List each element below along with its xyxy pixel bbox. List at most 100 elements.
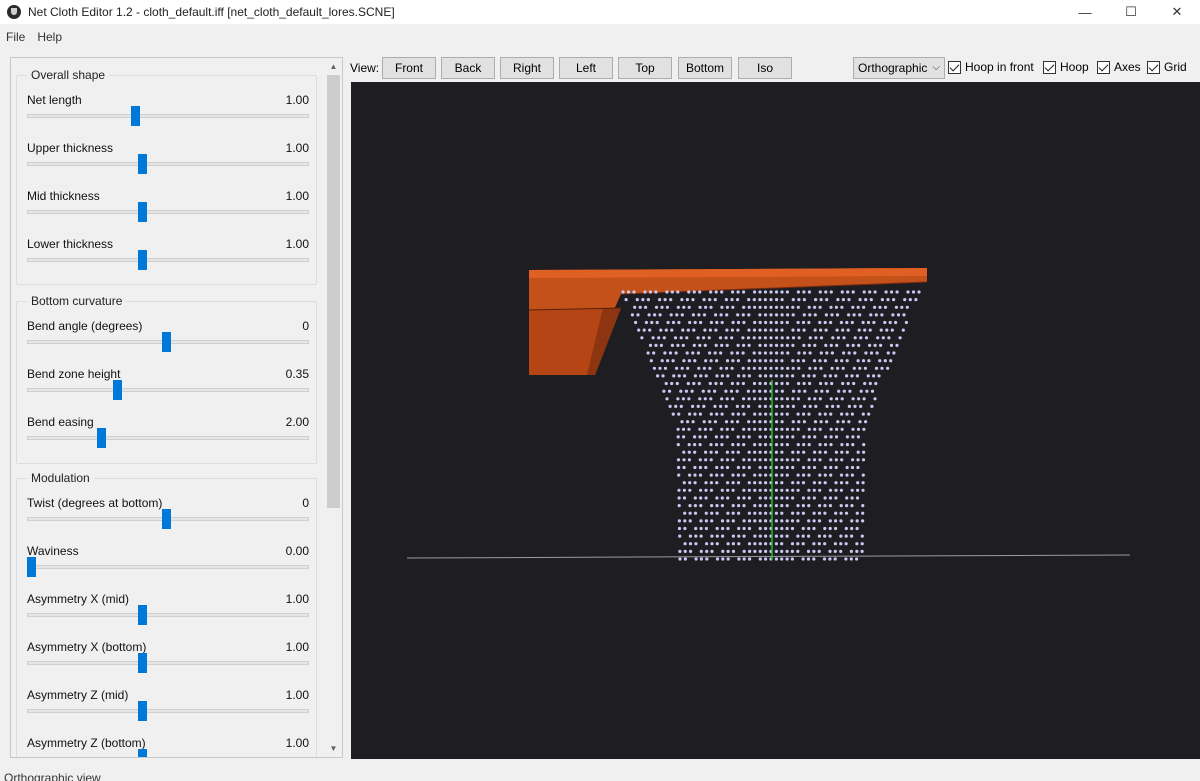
close-button[interactable]: ✕ <box>1154 0 1200 24</box>
param-label: Net length <box>27 93 82 107</box>
net-vertex <box>747 397 751 401</box>
slider-handle[interactable] <box>137 154 147 174</box>
slider-handle[interactable] <box>97 428 107 448</box>
net-vertex <box>726 481 730 485</box>
net-vertex <box>682 496 687 500</box>
net-vertex <box>698 435 702 439</box>
net-vertex <box>670 290 674 294</box>
slider-handle[interactable] <box>113 380 123 400</box>
view-left-button[interactable]: Left <box>559 57 613 79</box>
axes-checkbox[interactable]: Axes <box>1097 60 1141 74</box>
net-vertex <box>859 389 863 393</box>
slider-handle[interactable] <box>137 749 147 757</box>
net-vertex <box>693 465 697 470</box>
slider-track[interactable] <box>27 565 309 569</box>
slider-handle[interactable] <box>162 509 171 529</box>
net-vertex <box>736 473 740 477</box>
slider-handle[interactable] <box>137 605 147 625</box>
hoop-checkbox[interactable]: Hoop <box>1043 60 1089 74</box>
net-vertex <box>829 320 833 325</box>
net-vertex <box>780 488 784 492</box>
menu-file[interactable]: File <box>0 30 31 44</box>
net-vertex <box>665 397 669 401</box>
net-vertex <box>679 336 683 340</box>
slider-track[interactable] <box>27 613 309 617</box>
slider-track[interactable] <box>27 114 309 118</box>
net-vertex <box>823 450 828 454</box>
viewport-canvas[interactable] <box>351 82 1200 759</box>
net-vertex <box>752 298 756 302</box>
net-vertex <box>698 427 702 431</box>
net-vertex <box>819 351 823 355</box>
net-vertex <box>747 481 751 485</box>
net-vertex <box>813 328 817 332</box>
net-vertex <box>844 557 848 561</box>
net-vertex <box>840 290 844 294</box>
slider-track[interactable] <box>27 661 309 665</box>
slider-handle[interactable] <box>130 106 140 126</box>
net-vertex <box>818 320 822 325</box>
slider-handle[interactable] <box>162 332 171 352</box>
slider-handle[interactable] <box>137 701 147 721</box>
view-front-button[interactable]: Front <box>382 57 436 79</box>
net-vertex <box>902 313 906 317</box>
slider-track[interactable] <box>27 757 309 758</box>
net-vertex <box>790 557 794 561</box>
menu-help[interactable]: Help <box>31 30 68 44</box>
net-vertex <box>852 313 856 317</box>
3d-viewport[interactable] <box>351 82 1200 759</box>
panel-scrollbar[interactable]: ▲ ▼ <box>325 58 342 757</box>
minimize-button[interactable]: — <box>1062 0 1108 24</box>
slider-handle[interactable] <box>137 653 147 673</box>
slider-track[interactable] <box>27 709 309 713</box>
title-bar: Net Cloth Editor 1.2 - cloth_default.iff… <box>0 0 1200 24</box>
slider-handle[interactable] <box>27 557 36 577</box>
net-vertex <box>861 458 866 462</box>
slider-track[interactable] <box>27 162 309 166</box>
net-vertex <box>710 511 714 515</box>
net-vertex <box>850 473 854 477</box>
hoop-in-front-checkbox[interactable]: Hoop in front <box>948 60 1034 74</box>
net-vertex <box>624 298 628 302</box>
net-vertex <box>839 534 843 538</box>
view-back-button[interactable]: Back <box>441 57 495 79</box>
net-vertex <box>752 328 757 332</box>
net-vertex <box>676 305 680 309</box>
slider-handle[interactable] <box>137 202 147 222</box>
net-vertex <box>658 366 662 370</box>
projection-select[interactable]: Orthographic ⌵ <box>853 57 945 79</box>
net-vertex <box>813 435 817 439</box>
net-vertex <box>790 549 794 553</box>
slider-track[interactable] <box>27 210 309 214</box>
scroll-up-icon[interactable]: ▲ <box>325 58 342 75</box>
net-vertex <box>851 305 855 309</box>
scroll-down-icon[interactable]: ▼ <box>325 740 342 757</box>
net-vertex <box>796 542 800 546</box>
view-top-button[interactable]: Top <box>618 57 672 79</box>
net-vertex <box>807 443 811 447</box>
net-vertex <box>785 381 790 386</box>
net-vertex <box>845 481 849 485</box>
view-right-button[interactable]: Right <box>500 57 554 79</box>
slider-track[interactable] <box>27 388 309 392</box>
net-vertex <box>841 298 845 302</box>
net-vertex <box>883 320 887 325</box>
net-vertex <box>724 420 729 424</box>
net-vertex <box>715 542 719 546</box>
net-vertex <box>802 420 806 424</box>
scroll-thumb[interactable] <box>327 75 340 508</box>
slider-track[interactable] <box>27 436 309 440</box>
net-vertex <box>829 305 833 309</box>
slider-handle[interactable] <box>137 250 147 270</box>
view-bottom-button[interactable]: Bottom <box>678 57 732 79</box>
net-vertex <box>780 298 784 302</box>
grid-checkbox[interactable]: Grid <box>1147 60 1187 74</box>
slider-track[interactable] <box>27 258 309 262</box>
net-vertex <box>675 313 679 317</box>
net-vertex <box>753 519 757 523</box>
net-vertex <box>851 397 855 401</box>
net-vertex <box>763 351 767 355</box>
maximize-button[interactable]: ☐ <box>1108 0 1154 24</box>
net-vertex <box>769 305 773 309</box>
view-iso-button[interactable]: Iso <box>738 57 792 79</box>
